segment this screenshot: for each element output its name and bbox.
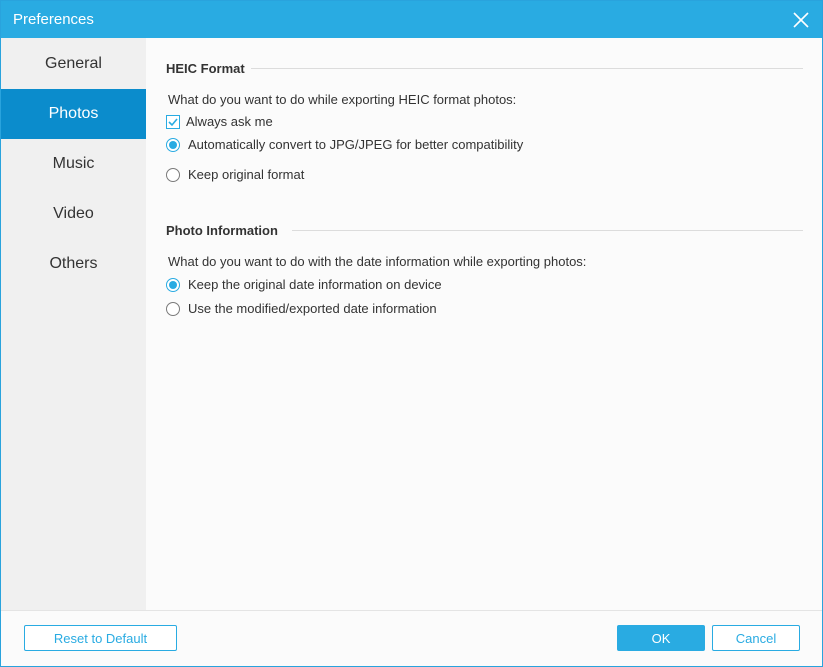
heic-option-keep-label: Keep original format <box>188 167 305 182</box>
photo-info-section-title: Photo Information <box>166 223 278 238</box>
radio-button[interactable] <box>166 167 180 182</box>
photo-info-question: What do you want to do with the date inf… <box>168 254 587 269</box>
sidebar-item-music[interactable]: Music <box>1 139 146 189</box>
ok-button[interactable]: OK <box>617 625 705 651</box>
photo-info-option-original-label: Keep the original date information on de… <box>188 277 442 292</box>
always-ask-checkbox[interactable]: Always ask me <box>166 114 273 129</box>
heic-option-convert-label: Automatically convert to JPG/JPEG for be… <box>188 137 524 152</box>
photo-info-option-modified[interactable]: Use the modified/exported date informati… <box>166 301 437 316</box>
radio-button[interactable] <box>166 301 180 316</box>
title-bar[interactable]: Preferences <box>1 1 822 38</box>
photo-info-section-divider <box>292 230 803 231</box>
heic-question: What do you want to do while exporting H… <box>168 92 517 107</box>
sidebar-item-others[interactable]: Others <box>1 239 146 289</box>
photo-info-option-original[interactable]: Keep the original date information on de… <box>166 277 442 292</box>
content-panel: HEIC Format What do you want to do while… <box>146 38 822 610</box>
heic-option-convert[interactable]: Automatically convert to JPG/JPEG for be… <box>166 137 523 152</box>
sidebar-item-photos[interactable]: Photos <box>1 89 146 139</box>
photo-info-option-modified-label: Use the modified/exported date informati… <box>188 301 437 316</box>
checkbox[interactable] <box>166 114 180 129</box>
radio-button[interactable] <box>166 277 180 292</box>
cancel-button[interactable]: Cancel <box>712 625 800 651</box>
preferences-window: Preferences General Photos Music Video O… <box>0 0 823 667</box>
sidebar: General Photos Music Video Others <box>1 38 146 610</box>
reset-to-default-button[interactable]: Reset to Default <box>24 625 177 651</box>
window-title: Preferences <box>13 11 94 28</box>
sidebar-item-video[interactable]: Video <box>1 189 146 239</box>
always-ask-label: Always ask me <box>186 114 273 129</box>
heic-option-keep[interactable]: Keep original format <box>166 167 304 182</box>
heic-section-divider <box>251 68 803 69</box>
checkmark-icon <box>168 117 178 126</box>
radio-button[interactable] <box>166 137 180 152</box>
heic-section-title: HEIC Format <box>166 61 245 76</box>
close-icon <box>793 12 809 28</box>
footer: Reset to Default OK Cancel <box>1 610 822 666</box>
sidebar-item-general[interactable]: General <box>1 39 146 89</box>
close-button[interactable] <box>788 7 814 33</box>
